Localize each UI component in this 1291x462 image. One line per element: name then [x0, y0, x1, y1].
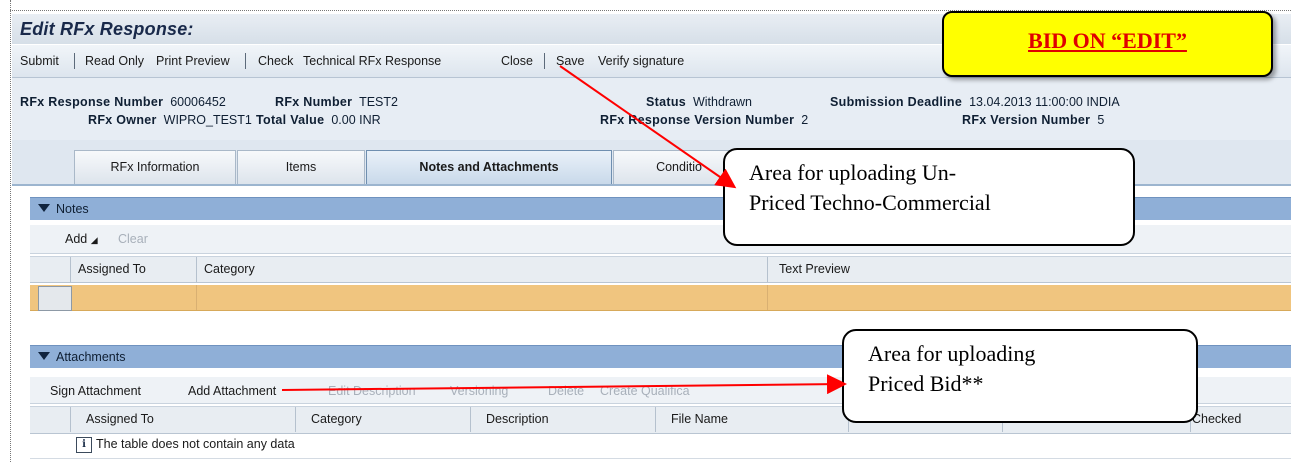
page-title: Edit RFx Response: — [20, 19, 194, 39]
rfx-response-version-value: 2 — [801, 113, 809, 127]
column-divider — [70, 407, 71, 432]
attachments-section-title: Attachments — [56, 350, 126, 364]
status-value: Withdrawn — [692, 95, 753, 109]
column-divider — [196, 257, 197, 282]
collapse-triangle-icon[interactable] — [38, 204, 50, 212]
column-category[interactable]: Category — [204, 262, 255, 276]
close-button[interactable]: Close — [501, 54, 533, 68]
column-category[interactable]: Category — [311, 412, 362, 426]
screenshot-frame: Edit RFx Response: Submit Read Only Prin… — [0, 0, 1291, 462]
submit-button[interactable]: Submit — [20, 54, 59, 68]
rfx-version-label: RFx Version Number — [962, 113, 1091, 127]
rfx-number-value: TEST2 — [359, 95, 398, 109]
column-assigned-to[interactable]: Assigned To — [86, 412, 154, 426]
unpriced-area-text: Area for uploading Un- Priced Techno-Com… — [749, 160, 991, 215]
column-assigned-to[interactable]: Assigned To — [78, 262, 146, 276]
dotted-border-left — [10, 0, 11, 462]
tab-rfx-information[interactable]: RFx Information — [74, 150, 236, 184]
column-divider — [295, 407, 296, 432]
column-divider — [767, 257, 768, 282]
edit-description-button: Edit Description — [328, 384, 416, 398]
rfx-number-field: RFx Number TEST2 — [275, 95, 398, 109]
add-note-button[interactable]: Add ◢ — [65, 232, 98, 246]
print-preview-button[interactable]: Print Preview — [156, 54, 230, 68]
rfx-response-number-value: 60006452 — [170, 95, 226, 109]
total-value-value: 0.00 INR — [331, 113, 381, 127]
column-divider — [196, 285, 197, 310]
versioning-button: Versioning — [450, 384, 509, 398]
verify-signature-button[interactable]: Verify signature — [598, 54, 684, 68]
tab-label: Items — [285, 160, 317, 174]
column-divider — [655, 407, 656, 432]
tab-label: Notes and Attachments — [419, 160, 559, 174]
rfx-version-value: 5 — [1097, 113, 1105, 127]
rfx-response-number-label: RFx Response Number — [20, 95, 164, 109]
rfx-response-version-label: RFx Response Version Number — [600, 113, 795, 127]
submission-deadline-value: 13.04.2013 11:00:00 INDIA — [969, 95, 1120, 109]
save-button[interactable]: Save — [556, 54, 585, 68]
row-selector[interactable] — [38, 286, 72, 311]
submission-deadline-label: Submission Deadline — [830, 95, 963, 109]
clear-note-button: Clear — [118, 232, 148, 246]
toolbar-separator — [245, 53, 246, 69]
rfx-number-label: RFx Number — [275, 95, 353, 109]
column-divider — [70, 257, 71, 282]
column-divider — [470, 407, 471, 432]
toolbar-separator — [74, 53, 75, 69]
rfx-version-field: RFx Version Number 5 — [962, 113, 1104, 127]
rfx-owner-value: WIPRO_TEST1 — [163, 113, 252, 127]
dropdown-triangle-icon: ◢ — [90, 235, 98, 245]
add-note-label: Add — [65, 232, 88, 246]
rfx-owner-field: RFx Owner WIPRO_TEST1 — [88, 113, 252, 127]
column-description[interactable]: Description — [486, 412, 549, 426]
read-only-button[interactable]: Read Only — [85, 54, 144, 68]
notes-table-header: Assigned To Category Text Preview — [30, 256, 1291, 283]
bid-on-edit-text: BID ON “EDIT” — [1028, 28, 1187, 53]
sign-attachment-button[interactable]: Sign Attachment — [50, 384, 141, 398]
delete-button: Delete — [548, 384, 585, 398]
column-text-preview[interactable]: Text Preview — [779, 262, 850, 276]
check-button[interactable]: Check — [258, 54, 293, 68]
column-checked[interactable]: Checked — [1192, 412, 1241, 426]
column-file-name[interactable]: File Name — [671, 412, 728, 426]
rfx-response-version-field: RFx Response Version Number 2 — [600, 113, 808, 127]
submission-deadline-field: Submission Deadline 13.04.2013 11:00:00 … — [830, 95, 1120, 109]
collapse-triangle-icon[interactable] — [38, 352, 50, 360]
tab-notes-and-attachments[interactable]: Notes and Attachments — [366, 150, 612, 184]
status-field: Status Withdrawn — [646, 95, 752, 109]
info-icon: i — [76, 437, 92, 453]
empty-table-message: The table does not contain any data — [96, 437, 295, 451]
bid-on-edit-callout: BID ON “EDIT” — [942, 11, 1273, 77]
status-label: Status — [646, 95, 687, 109]
unpriced-area-callout: Area for uploading Un- Priced Techno-Com… — [723, 148, 1135, 246]
column-divider — [767, 285, 768, 310]
tab-label: RFx Information — [110, 160, 200, 174]
add-attachment-button[interactable]: Add Attachment — [188, 384, 276, 398]
technical-rfx-response-button[interactable]: Technical RFx Response — [303, 54, 441, 68]
rfx-response-header: RFx Response Number 60006452 RFx Owner W… — [12, 78, 1291, 141]
rfx-owner-label: RFx Owner — [88, 113, 157, 127]
priced-area-callout: Area for uploading Priced Bid** — [842, 329, 1198, 423]
tab-items[interactable]: Items — [237, 150, 365, 184]
table-row[interactable] — [30, 285, 1291, 311]
priced-area-text: Area for uploading Priced Bid** — [868, 341, 1036, 396]
notes-section-title: Notes — [56, 202, 89, 216]
total-value-label: Total Value — [256, 113, 325, 127]
rfx-response-number-field: RFx Response Number 60006452 — [20, 95, 226, 109]
toolbar-separator — [544, 53, 545, 69]
create-qualification-button: Create Qualifica — [600, 384, 690, 398]
total-value-field: Total Value 0.00 INR — [256, 113, 381, 127]
